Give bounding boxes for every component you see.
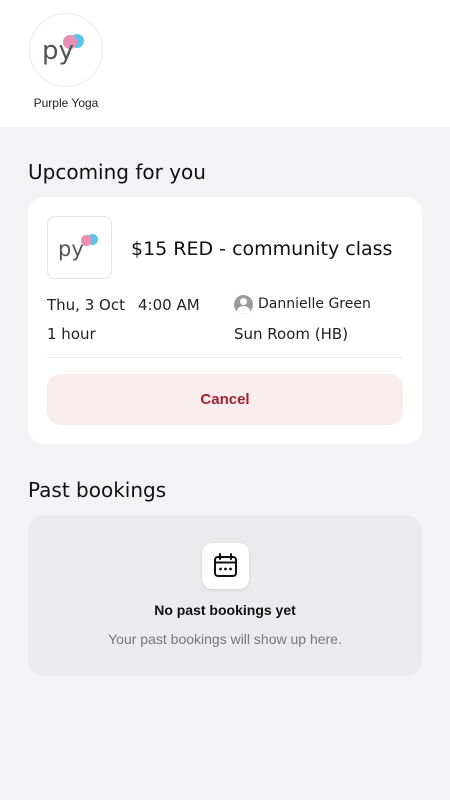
upcoming-section-title: Upcoming for you: [28, 160, 206, 184]
past-section-title: Past bookings: [28, 478, 167, 502]
cancel-button[interactable]: Cancel: [47, 374, 403, 425]
instructor-name: Dannielle Green: [258, 296, 371, 312]
past-bookings-empty-state: No past bookings yet Your past bookings …: [28, 515, 422, 676]
studio-logo[interactable]: py: [29, 13, 103, 87]
empty-state-subtitle: Your past bookings will show up here.: [108, 631, 342, 647]
studio-name: Purple Yoga: [33, 96, 99, 110]
user-avatar-icon: [234, 295, 253, 314]
calendar-icon: [202, 543, 249, 589]
booking-duration: 1 hour: [47, 325, 96, 343]
booking-room: Sun Room (HB): [234, 325, 349, 343]
booking-date: Thu, 3 Oct: [47, 296, 125, 314]
studio-header: py Purple Yoga: [0, 0, 450, 127]
card-divider: [47, 357, 403, 358]
booking-time: 4:00 AM: [138, 296, 200, 314]
upcoming-booking-card[interactable]: py $15 RED - community class Thu, 3 Oct …: [28, 197, 422, 444]
class-name: $15 RED - community class: [131, 238, 393, 260]
class-logo-thumbnail: py: [47, 216, 112, 279]
logo-text: py: [42, 36, 74, 66]
logo-text: py: [58, 237, 84, 261]
empty-state-title: No past bookings yet: [154, 602, 296, 618]
